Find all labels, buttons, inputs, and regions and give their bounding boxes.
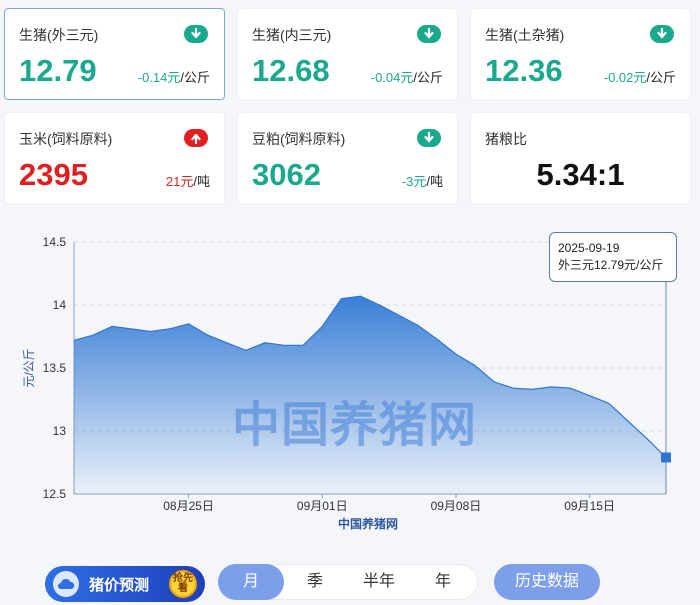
cloud-icon: [53, 571, 79, 597]
price-card-hog-grain-ratio[interactable]: 猪粮比 5.34:1: [470, 112, 691, 204]
down-arrow-icon: [650, 25, 674, 43]
down-arrow-icon: [417, 129, 441, 147]
card-change: 21元: [165, 174, 194, 189]
card-change: -0.14元: [137, 70, 181, 85]
card-change: -3元: [401, 174, 427, 189]
chart-tooltip: 2025-09-19 外三元12.79元/公斤: [549, 232, 677, 282]
x-tick-label: 08月25日: [163, 499, 214, 513]
card-title: 生猪(外三元): [19, 27, 99, 43]
x-tick-label: 09月08日: [431, 499, 482, 513]
ratio-value: 5.34:1: [536, 157, 625, 192]
card-title: 豆粕(饲料原料): [252, 131, 346, 147]
y-tick-label: 14: [53, 298, 67, 312]
watermark: 中国养猪网: [232, 399, 478, 452]
card-price: 12.79: [19, 53, 97, 88]
y-tick-label: 12.5: [43, 487, 67, 501]
card-unit: /公斤: [646, 70, 676, 85]
price-forecast-button[interactable]: 猪价预测 抢先看: [45, 566, 205, 602]
tooltip-text: 外三元12.79元/公斤: [558, 258, 664, 272]
y-tick-label: 14.5: [43, 235, 67, 249]
card-unit: /公斤: [413, 70, 443, 85]
price-card-neisanyuan[interactable]: 生猪(内三元) 12.68 -0.04元/公斤: [237, 8, 458, 100]
card-change: -0.02元: [603, 70, 647, 85]
down-arrow-icon: [417, 25, 441, 43]
card-title: 猪粮比: [485, 131, 527, 147]
x-tick-label: 09月15日: [564, 499, 615, 513]
card-unit: /公斤: [180, 70, 210, 85]
period-year[interactable]: 年: [412, 564, 474, 600]
card-price: 2395: [19, 157, 88, 192]
up-arrow-icon: [184, 129, 208, 147]
history-data-button[interactable]: 历史数据: [494, 564, 600, 600]
card-price: 12.68: [252, 53, 330, 88]
last-point-marker[interactable]: [661, 452, 671, 463]
period-month[interactable]: 月: [218, 564, 284, 600]
forecast-label: 猪价预测: [89, 576, 150, 594]
x-axis-title: 中国养猪网: [338, 516, 398, 531]
card-title: 生猪(土杂猪): [485, 27, 565, 43]
y-tick-label: 13.5: [43, 361, 67, 375]
period-switcher: 月 季 半年 年: [218, 564, 478, 600]
price-card-tuzazhu[interactable]: 生猪(土杂猪) 12.36 -0.02元/公斤: [470, 8, 691, 100]
card-title: 生猪(内三元): [252, 27, 332, 43]
period-half-year[interactable]: 半年: [346, 564, 412, 600]
y-tick-label: 13: [53, 424, 67, 438]
price-card-corn[interactable]: 玉米(饲料原料) 2395 21元/吨: [4, 112, 225, 204]
price-card-soymeal[interactable]: 豆粕(饲料原料) 3062 -3元/吨: [237, 112, 458, 204]
preview-badge: 抢先看: [169, 570, 197, 598]
x-tick-label: 09月01日: [297, 499, 348, 513]
period-quarter[interactable]: 季: [284, 564, 346, 600]
down-arrow-icon: [184, 25, 208, 43]
card-unit: /吨: [426, 174, 443, 189]
card-title: 玉米(饲料原料): [19, 131, 113, 147]
card-price: 12.36: [485, 53, 563, 88]
y-axis-title: 元/公斤: [22, 348, 36, 387]
price-card-waisanyuan[interactable]: 生猪(外三元) 12.79 -0.14元/公斤: [4, 8, 225, 100]
tooltip-date: 2025-09-19: [558, 241, 620, 255]
card-price: 3062: [252, 157, 321, 192]
card-unit: /吨: [193, 174, 210, 189]
card-change: -0.04元: [370, 70, 414, 85]
